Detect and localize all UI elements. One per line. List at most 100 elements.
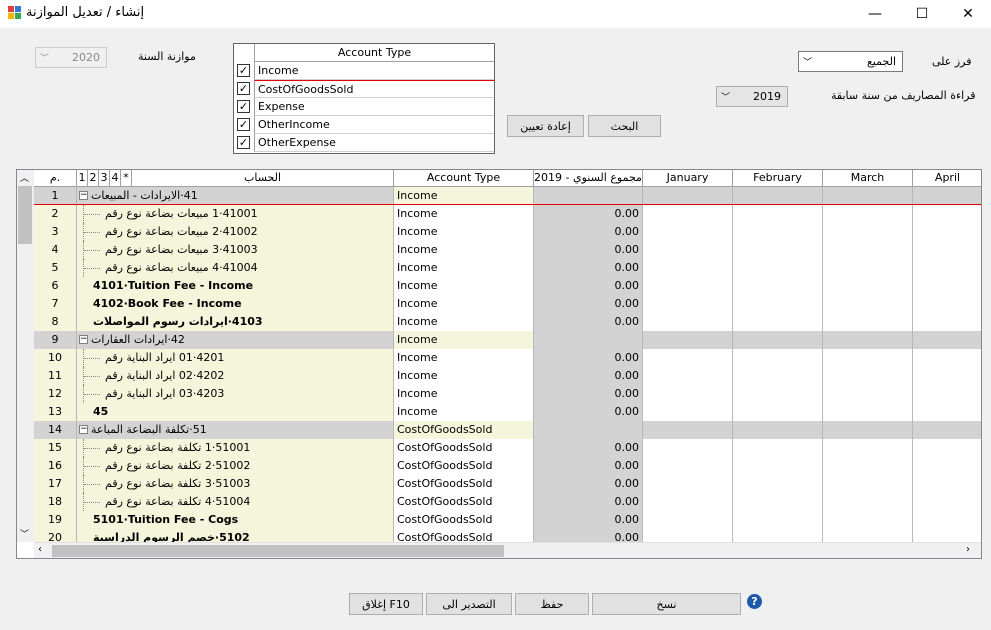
march-cell[interactable] (823, 259, 913, 277)
collapse-icon[interactable]: − (79, 425, 88, 434)
february-cell[interactable] (733, 439, 823, 457)
account-type-cell[interactable]: Income (394, 259, 534, 277)
horizontal-scroll-thumb[interactable] (52, 545, 504, 557)
budget-grid[interactable]: ︿ ﹀ م. 1 2 3 4 * الحساب Account Type مجم… (16, 169, 982, 559)
row-number[interactable]: 1 (34, 187, 77, 205)
reset-button[interactable]: إعادة تعيين (507, 115, 584, 137)
account-cell[interactable]: 4202·02 ايراد البناية رقم (77, 367, 394, 385)
april-cell[interactable] (913, 349, 981, 367)
account-cell[interactable]: 51003·3 تكلفة بضاعة نوع رقم (77, 475, 394, 493)
header-annual-total[interactable]: مجموع السنوي - 2019 (534, 170, 643, 187)
account-type-cell[interactable]: Income (394, 403, 534, 421)
account-type-cell[interactable]: Income (394, 331, 534, 349)
annual-total-cell[interactable]: 0.00 (534, 439, 643, 457)
annual-total-cell[interactable]: 0.00 (534, 511, 643, 529)
january-cell[interactable] (643, 421, 733, 439)
march-cell[interactable] (823, 385, 913, 403)
annual-total-cell[interactable]: 0.00 (534, 349, 643, 367)
maximize-button[interactable]: ☐ (899, 0, 945, 28)
table-row[interactable]: 11 4202·02 ايراد البناية رقم Income 0.00 (34, 367, 981, 385)
february-cell[interactable] (733, 295, 823, 313)
account-type-cell[interactable]: Income (394, 205, 534, 223)
march-cell[interactable] (823, 367, 913, 385)
january-cell[interactable] (643, 475, 733, 493)
account-type-cell[interactable]: CostOfGoodsSold (394, 475, 534, 493)
march-cell[interactable] (823, 493, 913, 511)
february-cell[interactable] (733, 331, 823, 349)
account-cell[interactable]: 41001·1 مبيعات بضاعة نوع رقم (77, 205, 394, 223)
table-row[interactable]: 17 51003·3 تكلفة بضاعة نوع رقم CostOfGoods… (34, 475, 981, 493)
row-number[interactable]: 17 (34, 475, 77, 493)
annual-total-cell[interactable] (534, 187, 643, 205)
april-cell[interactable] (913, 187, 981, 205)
february-cell[interactable] (733, 385, 823, 403)
scroll-left-icon[interactable]: ‹ (38, 544, 42, 555)
account-cell[interactable]: 51004·4 تكلفة بضاعة نوع رقم (77, 493, 394, 511)
table-row[interactable]: 18 51004·4 تكلفة بضاعة نوع رقم CostOfGoods… (34, 493, 981, 511)
checkbox-other-income[interactable]: ✓ (237, 118, 250, 131)
row-number[interactable]: 11 (34, 367, 77, 385)
january-cell[interactable] (643, 187, 733, 205)
table-row[interactable]: 19 5101·Tuition Fee - Cogs CostOfGoodsSold… (34, 511, 981, 529)
header-february[interactable]: February (733, 170, 823, 187)
march-cell[interactable] (823, 475, 913, 493)
february-cell[interactable] (733, 187, 823, 205)
header-account-type[interactable]: Account Type (394, 170, 534, 187)
account-type-cell[interactable]: Income (394, 367, 534, 385)
row-number[interactable]: 13 (34, 403, 77, 421)
account-cell[interactable]: −41·الايرادات - المبيعات (77, 187, 394, 205)
april-cell[interactable] (913, 259, 981, 277)
april-cell[interactable] (913, 313, 981, 331)
account-cell[interactable]: 5101·Tuition Fee - Cogs (77, 511, 394, 529)
table-row[interactable]: 5 41004·4 مبيعات بضاعة نوع رقم Income 0.00 (34, 259, 981, 277)
account-cell[interactable]: 4102·Book Fee - Income (77, 295, 394, 313)
march-cell[interactable] (823, 223, 913, 241)
header-level-2[interactable]: 2 (88, 170, 99, 187)
scroll-up-icon[interactable]: ︿ (20, 171, 29, 184)
row-number[interactable]: 9 (34, 331, 77, 349)
february-cell[interactable] (733, 205, 823, 223)
annual-total-cell[interactable]: 0.00 (534, 367, 643, 385)
account-cell[interactable]: 4203·03 ايراد البناية رقم (77, 385, 394, 403)
annual-total-cell[interactable]: 0.00 (534, 313, 643, 331)
february-cell[interactable] (733, 511, 823, 529)
annual-total-cell[interactable]: 0.00 (534, 259, 643, 277)
scroll-down-icon[interactable]: ﹀ (20, 527, 29, 540)
account-cell[interactable]: 41002·2 مبيعات بضاعة نوع رقم (77, 223, 394, 241)
february-cell[interactable] (733, 241, 823, 259)
january-cell[interactable] (643, 439, 733, 457)
april-cell[interactable] (913, 331, 981, 349)
close-button[interactable]: ✕ (945, 0, 991, 28)
header-level-3[interactable]: 3 (99, 170, 110, 187)
account-type-cell[interactable]: Income (394, 295, 534, 313)
account-type-item-expense[interactable]: ✓ Expense (234, 98, 494, 116)
account-cell[interactable]: −51·تكلفة البضاعة المباعة (77, 421, 394, 439)
account-type-item-other-expense[interactable]: ✓ OtherExpense (234, 134, 494, 152)
march-cell[interactable] (823, 439, 913, 457)
copy-button[interactable]: نسخ (592, 593, 741, 615)
table-row[interactable]: 4 41003·3 مبيعات بضاعة نوع رقم Income 0.00 (34, 241, 981, 259)
table-row[interactable]: 8 4103·ايرادات رسوم المواصلات Income 0.00 (34, 313, 981, 331)
march-cell[interactable] (823, 205, 913, 223)
april-cell[interactable] (913, 241, 981, 259)
table-row[interactable]: 2 41001·1 مبيعات بضاعة نوع رقم Income 0.00 (34, 205, 981, 223)
row-number[interactable]: 5 (34, 259, 77, 277)
search-button[interactable]: البحث (588, 115, 661, 137)
budget-year-combo[interactable]: ﹀ 2020 (35, 47, 107, 68)
february-cell[interactable] (733, 349, 823, 367)
march-cell[interactable] (823, 403, 913, 421)
february-cell[interactable] (733, 403, 823, 421)
annual-total-cell[interactable] (534, 421, 643, 439)
collapse-icon[interactable]: − (79, 335, 88, 344)
table-row[interactable]: 14−51·تكلفة البضاعة المباعة CostOfGoodsSo… (34, 421, 981, 439)
annual-total-cell[interactable]: 0.00 (534, 475, 643, 493)
march-cell[interactable] (823, 457, 913, 475)
april-cell[interactable] (913, 403, 981, 421)
account-type-cell[interactable]: CostOfGoodsSold (394, 457, 534, 475)
row-number[interactable]: 6 (34, 277, 77, 295)
save-button[interactable]: حفظ (515, 593, 589, 615)
january-cell[interactable] (643, 385, 733, 403)
february-cell[interactable] (733, 223, 823, 241)
january-cell[interactable] (643, 511, 733, 529)
january-cell[interactable] (643, 277, 733, 295)
